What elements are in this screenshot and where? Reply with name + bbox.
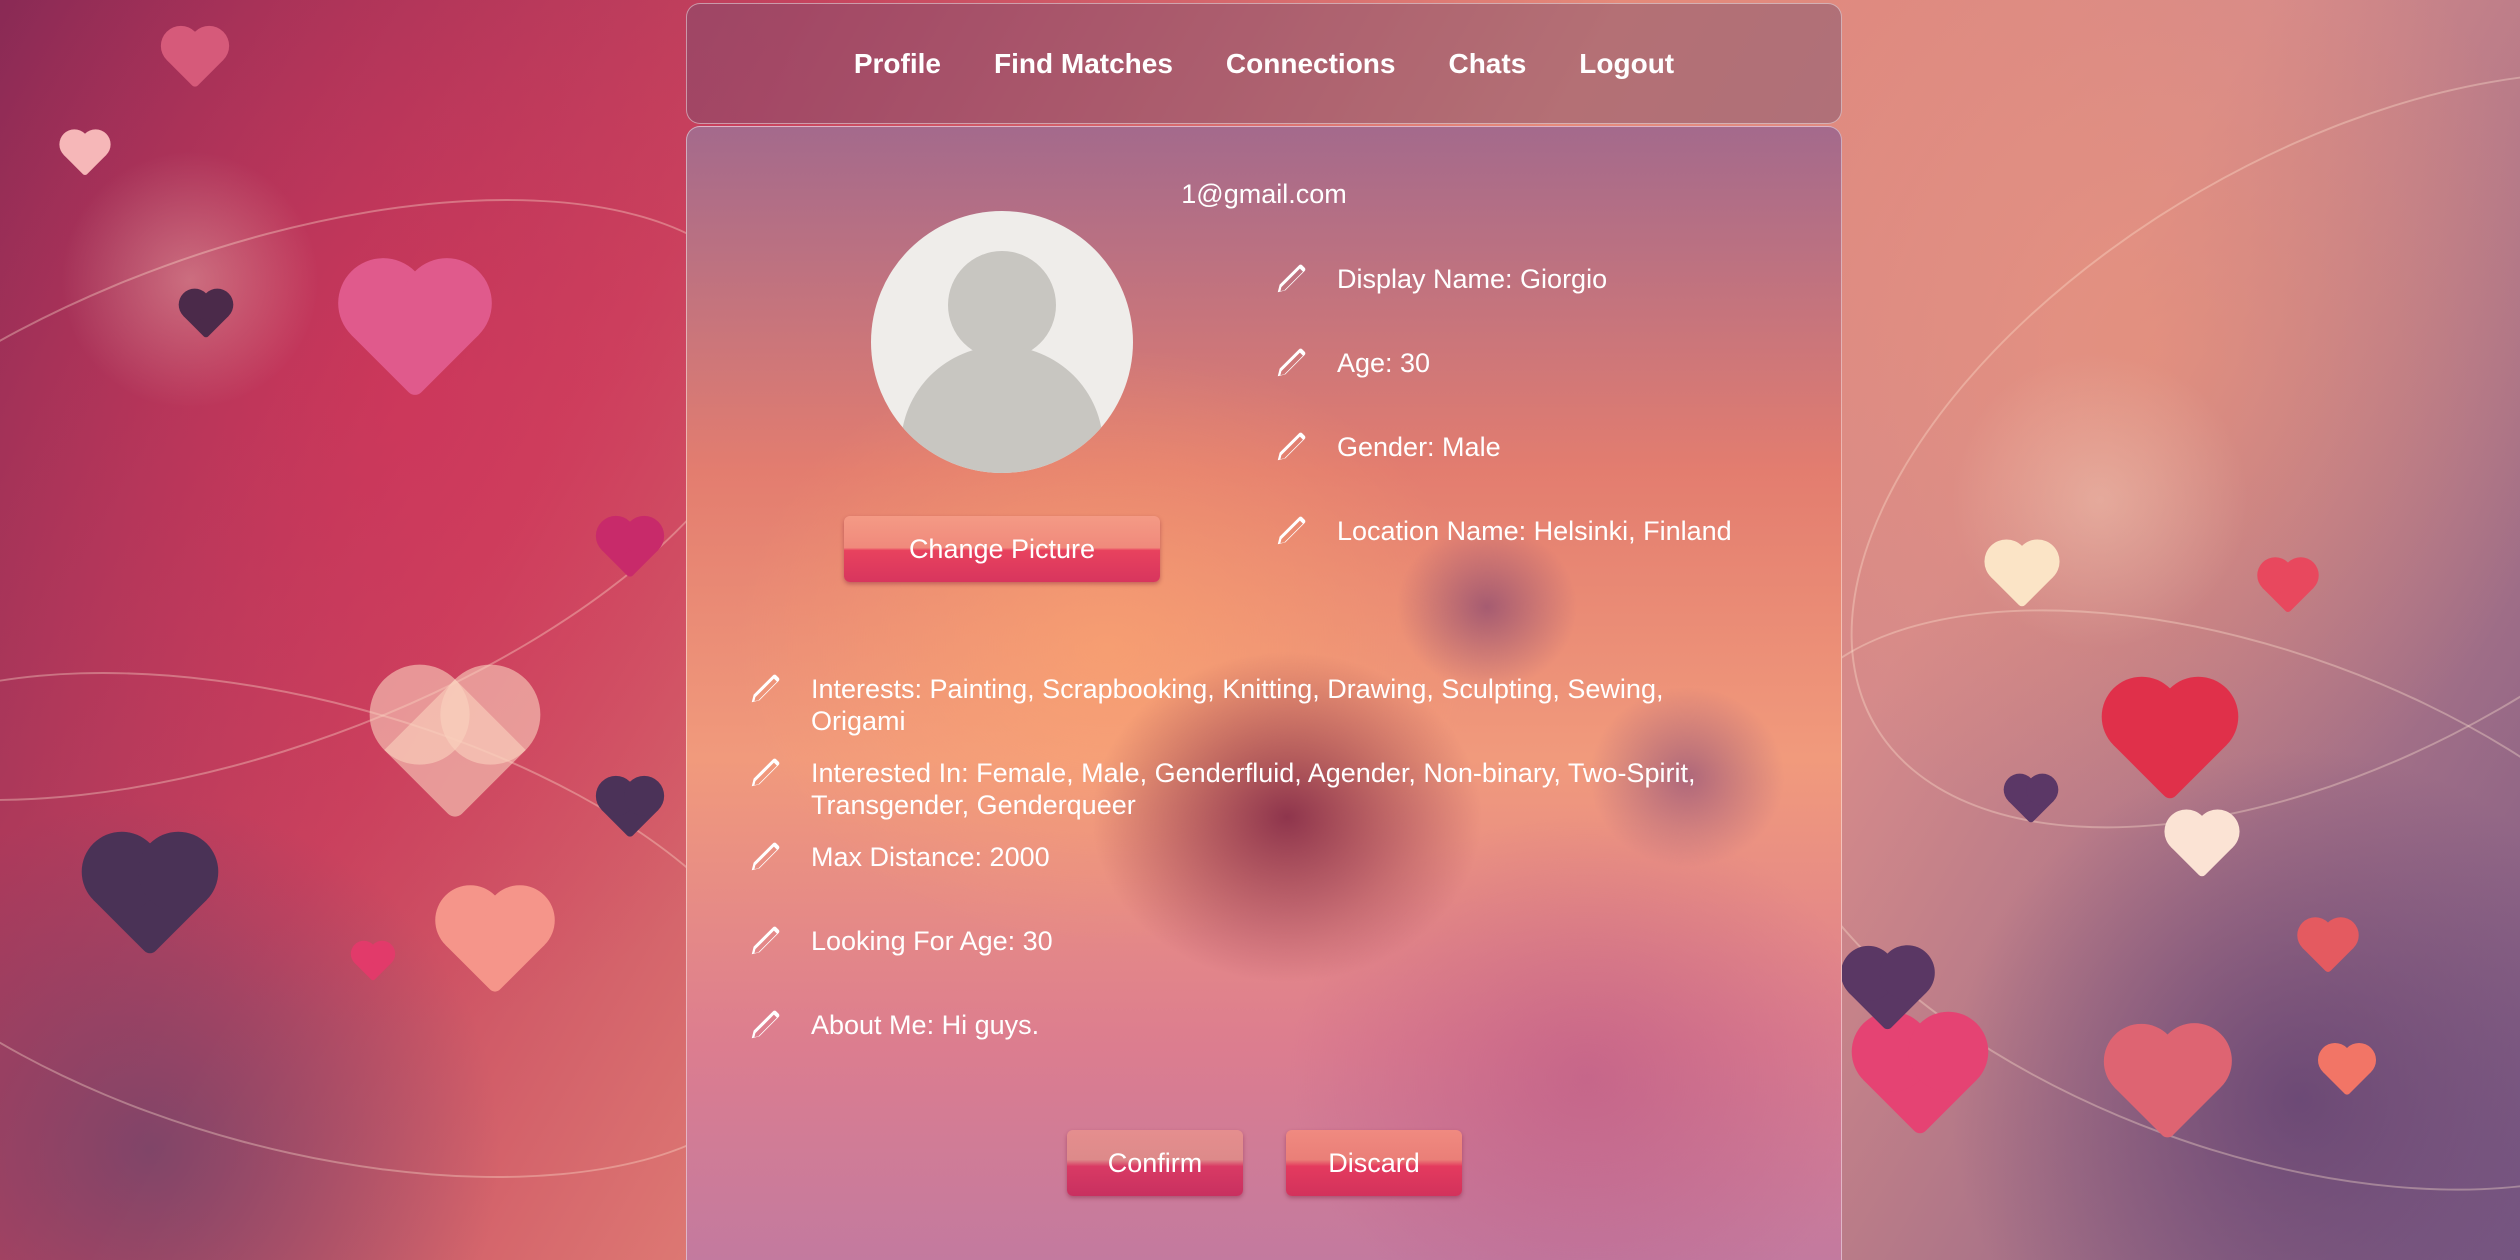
looking-for-age-field: Looking For Age: 30 bbox=[747, 925, 1053, 959]
display-name-text: Display Name: Giorgio bbox=[1337, 264, 1608, 294]
avatar-body-shape bbox=[901, 346, 1103, 473]
pencil-icon[interactable] bbox=[747, 669, 785, 707]
about-me-text: About Me: Hi guys. bbox=[811, 1010, 1040, 1040]
change-picture-button[interactable]: Change Picture bbox=[844, 516, 1160, 582]
avatar bbox=[871, 211, 1133, 473]
age-field: Age: 30 bbox=[1273, 347, 1430, 381]
max-distance-text: Max Distance: 2000 bbox=[811, 842, 1050, 872]
pencil-icon[interactable] bbox=[1273, 259, 1311, 297]
gender-field: Gender: Male bbox=[1273, 431, 1501, 465]
heart-decoration bbox=[1863, 1023, 1977, 1137]
interests-field: Interests: Painting, Scrapbooking, Knitt… bbox=[747, 673, 1741, 737]
interested-in-field: Interested In: Female, Male, Genderfluid… bbox=[747, 757, 1741, 821]
user-email: 1@gmail.com bbox=[1181, 179, 1347, 209]
pencil-icon[interactable] bbox=[747, 837, 785, 875]
profile-panel: 1@gmail.com Change Picture Display Name:… bbox=[686, 126, 1842, 1260]
interested-in-text: Interested In: Female, Male, Genderfluid… bbox=[811, 758, 1696, 820]
interests-text: Interests: Painting, Scrapbooking, Knitt… bbox=[811, 674, 1664, 736]
discard-button[interactable]: Discard bbox=[1286, 1130, 1462, 1196]
gender-text: Gender: Male bbox=[1337, 432, 1501, 462]
nav-find-matches-link[interactable]: Find Matches bbox=[994, 48, 1173, 80]
location-field: Location Name: Helsinki, Finland bbox=[1273, 515, 1732, 549]
age-text: Age: 30 bbox=[1337, 348, 1431, 378]
nav-profile-link[interactable]: Profile bbox=[854, 48, 941, 80]
looking-for-age-text: Looking For Age: 30 bbox=[811, 926, 1053, 956]
nav-chats-link[interactable]: Chats bbox=[1448, 48, 1526, 80]
pencil-icon[interactable] bbox=[747, 921, 785, 959]
heart-decoration bbox=[63, 133, 107, 177]
pencil-icon[interactable] bbox=[747, 1005, 785, 1043]
pencil-icon[interactable] bbox=[1273, 427, 1311, 465]
pencil-icon[interactable] bbox=[1273, 343, 1311, 381]
display-name-field: Display Name: Giorgio bbox=[1273, 263, 1607, 297]
top-navigation: Profile Find Matches Connections Chats L… bbox=[686, 3, 1842, 124]
nav-connections-link[interactable]: Connections bbox=[1226, 48, 1396, 80]
avatar-head-shape bbox=[948, 251, 1056, 359]
pencil-icon[interactable] bbox=[747, 753, 785, 791]
about-me-field: About Me: Hi guys. bbox=[747, 1009, 1039, 1043]
pencil-icon[interactable] bbox=[1273, 511, 1311, 549]
max-distance-field: Max Distance: 2000 bbox=[747, 841, 1050, 875]
location-text: Location Name: Helsinki, Finland bbox=[1337, 516, 1732, 546]
nav-logout-link[interactable]: Logout bbox=[1579, 48, 1674, 80]
heart-decoration bbox=[166, 31, 224, 89]
confirm-button[interactable]: Confirm bbox=[1067, 1130, 1243, 1196]
